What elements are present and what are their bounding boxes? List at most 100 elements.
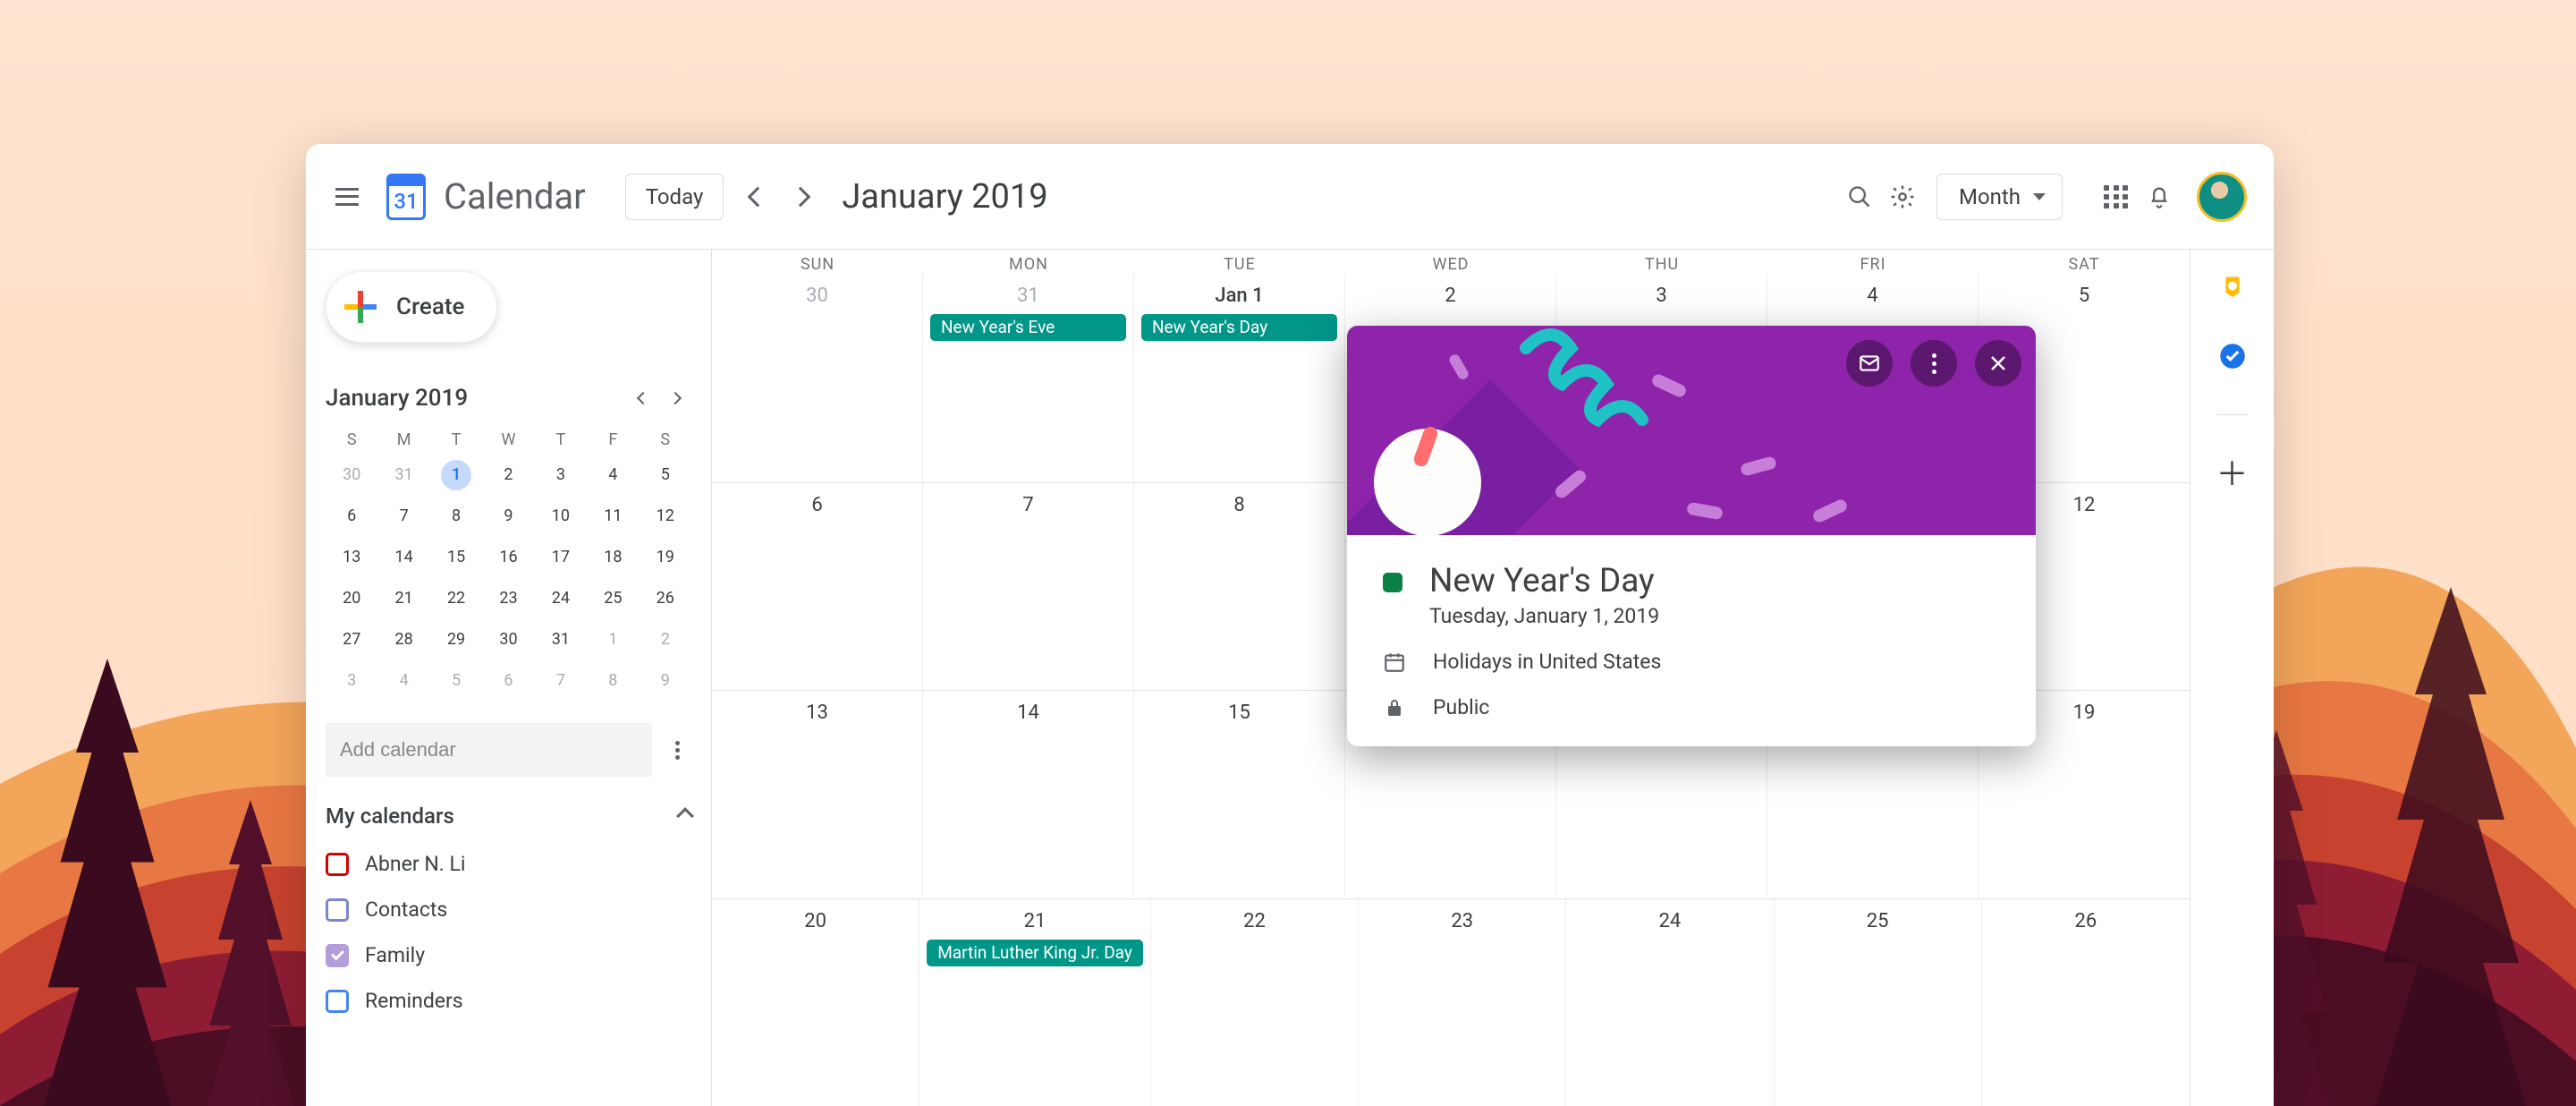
day-cell[interactable]: 7	[923, 483, 1134, 691]
mini-day[interactable]: 24	[546, 583, 576, 614]
logo-day: 31	[383, 183, 429, 220]
day-cell[interactable]: 8	[1134, 483, 1345, 691]
mini-day[interactable]: 3	[336, 666, 367, 696]
tasks-app-button[interactable]	[2217, 341, 2248, 371]
notifications-button[interactable]	[2138, 175, 2181, 218]
mini-day[interactable]: 22	[441, 583, 471, 614]
prev-period-button[interactable]	[736, 175, 779, 218]
mini-day[interactable]: 29	[441, 625, 471, 655]
mini-day[interactable]: 4	[389, 666, 419, 696]
mini-dow: F	[587, 425, 639, 455]
event-close-button[interactable]	[1975, 340, 2021, 387]
mini-day[interactable]: 6	[336, 501, 367, 532]
mini-day[interactable]: 14	[389, 542, 419, 573]
mini-day[interactable]: 7	[546, 666, 576, 696]
event-options-button[interactable]	[1911, 340, 1957, 387]
gear-icon	[1889, 183, 1916, 210]
calendar-checkbox[interactable]	[326, 990, 349, 1013]
add-calendar-menu-button[interactable]	[663, 728, 691, 771]
today-button[interactable]: Today	[625, 174, 724, 220]
mini-day[interactable]: 25	[597, 583, 628, 614]
mini-day[interactable]: 9	[493, 501, 523, 532]
view-switcher[interactable]: Month	[1936, 174, 2063, 220]
add-calendar-input[interactable]	[326, 723, 652, 777]
day-cell[interactable]: 14	[923, 691, 1134, 898]
day-cell[interactable]: 30	[712, 274, 923, 482]
mini-day[interactable]: 28	[389, 625, 419, 655]
day-number: 31	[927, 279, 1130, 314]
mini-day[interactable]: 2	[493, 460, 523, 490]
day-cell[interactable]: 31New Year's Eve	[923, 274, 1134, 482]
mini-day[interactable]: 1	[441, 460, 471, 490]
next-period-button[interactable]	[779, 175, 822, 218]
mini-day[interactable]: 27	[336, 625, 367, 655]
mini-day[interactable]: 21	[389, 583, 419, 614]
day-cell[interactable]: Jan 1New Year's Day	[1134, 274, 1345, 482]
day-cell[interactable]: 13	[712, 691, 923, 898]
mini-day[interactable]: 4	[597, 460, 628, 490]
my-calendars-toggle[interactable]: My calendars	[326, 804, 691, 829]
day-cell[interactable]: 6	[712, 483, 923, 691]
calendar-checkbox[interactable]	[326, 853, 349, 876]
mini-day[interactable]: 16	[493, 542, 523, 573]
calendar-list-item[interactable]: Abner N. Li	[326, 841, 691, 887]
mini-day[interactable]: 5	[441, 666, 471, 696]
mini-day[interactable]: 2	[650, 625, 681, 655]
mini-cal-prev-button[interactable]	[627, 382, 659, 414]
mini-day[interactable]: 5	[650, 460, 681, 490]
create-event-button[interactable]: Create	[326, 271, 497, 343]
app-header: 31 Calendar Today January 2019 Month	[306, 144, 2274, 250]
calendar-checkbox[interactable]	[326, 898, 349, 922]
main-menu-button[interactable]	[326, 175, 369, 218]
mini-day[interactable]: 19	[650, 542, 681, 573]
day-cell[interactable]: 25	[1775, 899, 1982, 1106]
day-cell[interactable]: 26	[1982, 899, 2190, 1106]
plus-multicolor-icon	[344, 291, 377, 323]
mini-cal-next-button[interactable]	[659, 382, 691, 414]
mini-day[interactable]: 30	[493, 625, 523, 655]
mini-day[interactable]: 23	[493, 583, 523, 614]
calendar-checkbox[interactable]	[326, 944, 349, 967]
mini-day[interactable]: 20	[336, 583, 367, 614]
mini-day[interactable]: 6	[493, 666, 523, 696]
mini-day[interactable]: 8	[597, 666, 628, 696]
mini-day[interactable]: 8	[441, 501, 471, 532]
mini-day[interactable]: 17	[546, 542, 576, 573]
day-cell[interactable]: 23	[1359, 899, 1566, 1106]
calendar-list-item[interactable]: Reminders	[326, 978, 691, 1024]
mini-day[interactable]: 7	[389, 501, 419, 532]
day-cell[interactable]: 20	[712, 899, 919, 1106]
keep-app-button[interactable]	[2217, 273, 2248, 303]
mini-day[interactable]: 31	[389, 460, 419, 490]
mini-day[interactable]: 18	[597, 542, 628, 573]
account-avatar[interactable]	[2197, 172, 2247, 222]
mini-day[interactable]: 15	[441, 542, 471, 573]
chevron-right-icon	[669, 392, 682, 404]
day-cell[interactable]: 22	[1151, 899, 1359, 1106]
event-email-button[interactable]	[1846, 340, 1893, 387]
mini-day[interactable]: 12	[650, 501, 681, 532]
calendar-list-item[interactable]: Family	[326, 932, 691, 978]
get-addons-button[interactable]: ＋	[2216, 458, 2248, 490]
search-button[interactable]	[1838, 175, 1881, 218]
mini-day[interactable]: 13	[336, 542, 367, 573]
caret-down-icon	[2033, 193, 2046, 200]
day-cell[interactable]: 21Martin Luther King Jr. Day	[919, 899, 1151, 1106]
event-chip[interactable]: New Year's Eve	[930, 314, 1126, 341]
mini-day[interactable]: 9	[650, 666, 681, 696]
mini-day[interactable]: 10	[546, 501, 576, 532]
mini-day[interactable]: 1	[597, 625, 628, 655]
calendar-list-item[interactable]: Contacts	[326, 887, 691, 932]
day-cell[interactable]: 24	[1566, 899, 1774, 1106]
mini-day[interactable]: 26	[650, 583, 681, 614]
mini-day[interactable]: 3	[546, 460, 576, 490]
day-cell[interactable]: 15	[1134, 691, 1345, 898]
settings-button[interactable]	[1881, 175, 1924, 218]
day-number: 15	[1138, 696, 1341, 731]
mini-day[interactable]: 11	[597, 501, 628, 532]
event-chip[interactable]: New Year's Day	[1141, 314, 1337, 341]
google-apps-button[interactable]	[2095, 175, 2138, 218]
event-chip[interactable]: Martin Luther King Jr. Day	[927, 940, 1143, 966]
mini-day[interactable]: 31	[546, 625, 576, 655]
mini-day[interactable]: 30	[336, 460, 367, 490]
